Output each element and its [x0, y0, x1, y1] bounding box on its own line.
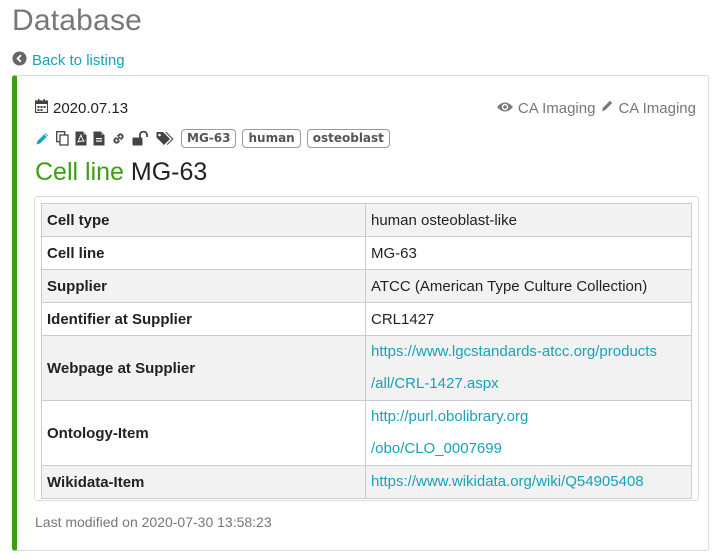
entry-title: Cell line MG-63 — [35, 158, 207, 187]
attributes-table-container: Cell type human osteoblast-like Cell lin… — [34, 196, 699, 501]
row-value: https://www.wikidata.org/wiki/Q54905408 — [365, 465, 692, 499]
eye-icon — [496, 100, 514, 117]
entry-users: CA Imaging CA Imaging — [496, 99, 696, 117]
unlock-icon[interactable] — [132, 131, 150, 146]
calendar-icon — [34, 99, 49, 117]
entry-date-text: 2020.07.13 — [53, 99, 129, 117]
last-modified: Last modified on 2020-07-30 13:58:23 — [35, 514, 272, 530]
row-value: human osteoblast-like — [365, 203, 692, 237]
table-row: Ontology-Item http://purl.obolibrary.org… — [41, 400, 692, 466]
entry-date: 2020.07.13 — [34, 99, 129, 117]
row-key: Identifier at Supplier — [41, 302, 366, 336]
entry-kind: Cell line — [35, 158, 124, 186]
link-line: /obo/CLO_0007699 — [371, 440, 502, 457]
table-row: Supplier ATCC (American Type Culture Col… — [41, 269, 692, 303]
entry-card: 2020.07.13 CA Imaging CA Imaging MG-63 h… — [12, 75, 709, 551]
link-line: /all/CRL-1427.aspx — [371, 375, 499, 392]
page-title: Database — [12, 4, 143, 37]
pencil-icon[interactable] — [35, 131, 50, 146]
tags-icon[interactable] — [156, 131, 175, 146]
owner: CA Imaging — [496, 99, 596, 117]
owner-name: CA Imaging — [517, 99, 596, 117]
row-key: Cell type — [41, 203, 366, 237]
row-key: Supplier — [41, 269, 366, 303]
file-icon[interactable] — [93, 131, 105, 146]
ontology-link[interactable]: http://purl.obolibrary.org/obo/CLO_00076… — [371, 408, 528, 457]
back-to-listing-link[interactable]: Back to listing — [12, 50, 125, 70]
link-line: http://purl.obolibrary.org — [371, 408, 529, 425]
tag-badge[interactable]: human — [242, 129, 301, 148]
table-row: Webpage at Supplier https://www.lgcstand… — [41, 335, 692, 401]
table-row: Identifier at Supplier CRL1427 — [41, 302, 692, 336]
attributes-table: Cell type human osteoblast-like Cell lin… — [41, 203, 692, 499]
tag-badge[interactable]: MG-63 — [181, 129, 237, 148]
table-row: Cell type human osteoblast-like — [41, 203, 692, 237]
copy-icon[interactable] — [56, 131, 69, 146]
editor: CA Imaging — [600, 99, 696, 117]
tag-badge[interactable]: osteoblast — [306, 129, 390, 148]
wikidata-link[interactable]: https://www.wikidata.org/wiki/Q54905408 — [371, 473, 644, 490]
entry-toolbar: MG-63 human osteoblast — [35, 129, 390, 148]
entry-name: MG-63 — [130, 158, 208, 186]
row-value: ATCC (American Type Culture Collection) — [365, 269, 692, 303]
link-line: https://www.lgcstandards-atcc.org/produc… — [371, 343, 657, 360]
row-key: Wikidata-Item — [41, 465, 366, 499]
row-value: CRL1427 — [365, 302, 692, 336]
row-value: https://www.lgcstandards-atcc.org/produc… — [365, 335, 692, 401]
table-row: Cell line MG-63 — [41, 236, 692, 270]
arrow-circle-left-icon — [12, 50, 27, 70]
row-value: http://purl.obolibrary.org/obo/CLO_00076… — [365, 400, 692, 466]
file-pdf-icon[interactable] — [75, 131, 87, 146]
row-key: Ontology-Item — [41, 400, 366, 466]
link-icon[interactable] — [111, 131, 126, 146]
row-key: Cell line — [41, 236, 366, 270]
row-key: Webpage at Supplier — [41, 335, 366, 401]
row-value: MG-63 — [365, 236, 692, 270]
back-to-listing-label: Back to listing — [32, 51, 125, 69]
supplier-webpage-link[interactable]: https://www.lgcstandards-atcc.org/produc… — [371, 343, 657, 392]
table-row: Wikidata-Item https://www.wikidata.org/w… — [41, 465, 692, 499]
editor-name: CA Imaging — [618, 99, 696, 117]
pencil-icon — [600, 99, 614, 117]
